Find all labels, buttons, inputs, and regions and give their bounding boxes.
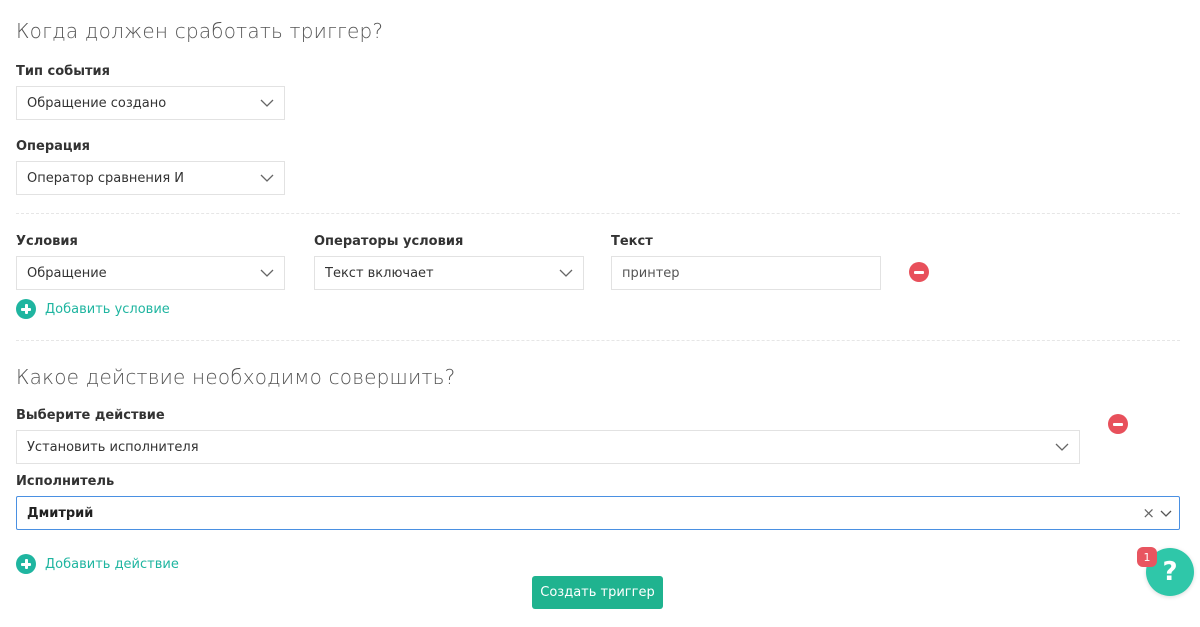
notification-badge: 1: [1137, 547, 1157, 567]
chevron-down-icon: [260, 174, 274, 182]
operation-label: Операция: [16, 139, 91, 154]
condition-operators-column-label: Операторы условия: [314, 234, 464, 249]
add-action-link[interactable]: Добавить действие: [16, 554, 179, 574]
operation-value: Оператор сравнения И: [27, 170, 185, 186]
chevron-down-icon: [260, 269, 274, 277]
chevron-down-icon: [260, 99, 274, 107]
section-divider: [16, 213, 1180, 214]
event-type-select[interactable]: Обращение создано: [16, 86, 285, 120]
condition-operator-value: Текст включает: [325, 265, 434, 281]
assignee-label: Исполнитель: [16, 474, 115, 489]
remove-condition-icon[interactable]: [909, 262, 929, 282]
operation-select[interactable]: Оператор сравнения И: [16, 161, 285, 195]
chevron-down-icon: [1160, 510, 1172, 517]
condition-text-input[interactable]: принтер: [611, 256, 881, 290]
chevron-down-icon: [1055, 443, 1069, 451]
section-divider: [16, 340, 1180, 341]
action-select[interactable]: Установить исполнителя: [16, 430, 1080, 464]
action-value: Установить исполнителя: [27, 439, 199, 455]
add-condition-link[interactable]: Добавить условие: [16, 299, 170, 319]
plus-circle-icon: [16, 554, 36, 574]
add-action-label: Добавить действие: [45, 556, 179, 572]
trigger-section-heading: Когда должен сработать триггер?: [16, 19, 384, 43]
plus-circle-icon: [16, 299, 36, 319]
condition-value: Обращение: [27, 265, 107, 281]
event-type-value: Обращение создано: [27, 95, 167, 111]
action-label: Выберите действие: [16, 408, 165, 423]
condition-operator-select[interactable]: Текст включает: [314, 256, 584, 290]
conditions-column-label: Условия: [16, 234, 78, 249]
add-condition-label: Добавить условие: [45, 301, 170, 317]
event-type-label: Тип события: [16, 64, 110, 79]
question-icon: ?: [1162, 557, 1178, 587]
assignee-value: Дмитрий: [27, 505, 94, 521]
create-trigger-button[interactable]: Создать триггер: [532, 576, 663, 609]
action-section-heading: Какое действие необходимо совершить?: [16, 365, 456, 389]
condition-select[interactable]: Обращение: [16, 256, 285, 290]
text-column-label: Текст: [611, 234, 653, 249]
assignee-select[interactable]: Дмитрий ×: [16, 496, 1180, 530]
close-icon[interactable]: ×: [1142, 504, 1155, 522]
remove-action-icon[interactable]: [1108, 414, 1128, 434]
chevron-down-icon: [559, 269, 573, 277]
